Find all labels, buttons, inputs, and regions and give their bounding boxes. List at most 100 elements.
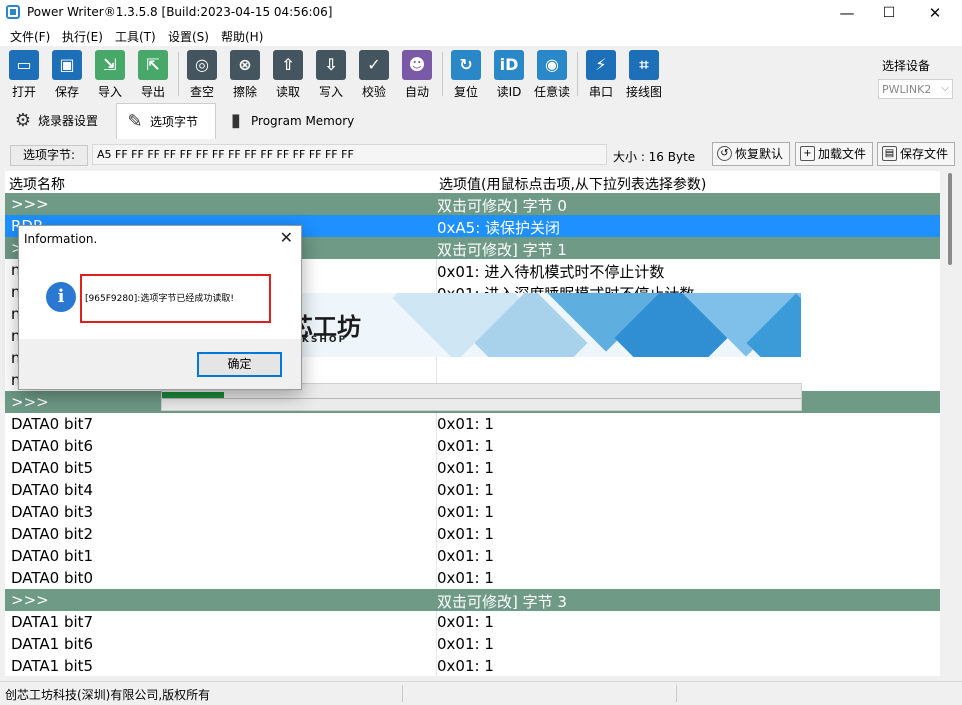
table-row[interactable]: DATA1 bit5 0x01: 1 <box>5 655 940 676</box>
blank-check-label: 查空 <box>189 85 214 99</box>
tab-label: 烧录器设置 <box>38 114 99 128</box>
read-label: 读取 <box>275 85 300 99</box>
option-value-cell[interactable]: 0x01: 1 <box>437 503 494 521</box>
table-group-row[interactable]: >>> 双击可修改] 字节 0 <box>5 193 940 215</box>
status-separator <box>402 685 403 702</box>
reset-label: 复位 <box>453 85 478 99</box>
status-bar: 创芯工坊科技(深圳)有限公司,版权所有 <box>0 681 962 705</box>
option-value-cell[interactable]: 0x01: 1 <box>437 415 494 433</box>
table-row[interactable]: DATA1 bit7 0x01: 1 <box>5 611 940 633</box>
read-id-button[interactable]: iD 读ID <box>490 50 528 100</box>
auto-label: 自动 <box>404 85 429 99</box>
option-value-cell[interactable]: 0xA5: 读保护关闭 <box>437 217 560 238</box>
menu-settings[interactable]: 设置(S) <box>168 28 209 45</box>
restore-default-button[interactable]: ↺ 恢复默认 <box>712 142 791 166</box>
device-select[interactable]: PWLINK2 ⌵ <box>878 79 953 99</box>
blank-check-button[interactable]: ◎ 查空 <box>183 50 221 100</box>
open-button[interactable]: ▭ 打开 <box>5 50 43 100</box>
export-button[interactable]: ⇱ 导出 <box>134 50 172 100</box>
option-name-cell: DATA1 bit7 <box>11 613 94 631</box>
scrollbar-thumb[interactable] <box>948 173 952 265</box>
option-name-cell: >>> <box>11 591 49 609</box>
serial-port-icon: ⚡ <box>586 50 616 80</box>
toolbar: ▭ 打开 ▣ 保存 ⇲ 导入 ⇱ 导出 ◎ 查空 ⊗ 擦除 ⇧ 读取 ⇩ 写入 … <box>0 46 962 102</box>
tab-option-bytes[interactable]: ✎ 选项字节 <box>116 103 216 139</box>
window-title: Power Writer®1.3.5.8 [Build:2023-04-15 0… <box>27 5 333 19</box>
import-button[interactable]: ⇲ 导入 <box>91 50 129 100</box>
option-value-cell[interactable]: 0x01: 1 <box>437 657 494 675</box>
wiring-diagram-button[interactable]: ⌗ 接线图 <box>625 50 663 100</box>
table-row[interactable]: DATA0 bit1 0x01: 1 <box>5 545 940 567</box>
option-byte-bar: 选项字节: A5 FF FF FF FF FF FF FF FF FF FF F… <box>0 140 962 170</box>
save-button[interactable]: ▣ 保存 <box>48 50 86 100</box>
serial-port-button[interactable]: ⚡ 串口 <box>582 50 620 100</box>
save-file-button[interactable]: ▤ 保存文件 <box>877 142 956 166</box>
menu-help[interactable]: 帮助(H) <box>221 28 263 45</box>
verify-icon: ✓ <box>359 50 389 80</box>
auto-button[interactable]: ☻ 自动 <box>398 50 436 100</box>
status-separator <box>676 685 677 702</box>
import-icon: ⇲ <box>95 50 125 80</box>
option-value-cell[interactable]: 双击可修改] 字节 1 <box>437 239 567 260</box>
export-label: 导出 <box>140 85 165 99</box>
restore-icon: ↺ <box>717 146 732 161</box>
verify-button[interactable]: ✓ 校验 <box>355 50 393 100</box>
maximize-button[interactable]: ☐ <box>866 0 912 26</box>
toolbar-separator <box>577 52 578 96</box>
option-value-cell[interactable]: 0x01: 1 <box>437 525 494 543</box>
option-value-cell[interactable]: 双击可修改] 字节 3 <box>437 591 567 612</box>
option-name-cell: DATA0 bit7 <box>11 415 94 433</box>
menu-execute[interactable]: 执行(E) <box>62 28 103 45</box>
menu-tools[interactable]: 工具(T) <box>115 28 156 45</box>
tab-programmer-settings[interactable]: ⚙ 烧录器设置 <box>5 103 115 139</box>
ok-button[interactable]: 确定 <box>197 352 282 377</box>
save-file-label: 保存文件 <box>900 147 949 161</box>
erase-button[interactable]: ⊗ 擦除 <box>226 50 264 100</box>
dialog-title: Information. <box>24 232 98 246</box>
any-read-button[interactable]: ◉ 任意读 <box>533 50 571 100</box>
table-row[interactable]: DATA0 bit3 0x01: 1 <box>5 501 940 523</box>
option-byte-hex-field[interactable]: A5 FF FF FF FF FF FF FF FF FF FF FF FF F… <box>92 144 607 165</box>
open-label: 打开 <box>11 85 36 99</box>
table-scrollbar[interactable] <box>941 171 962 676</box>
dialog-close-button[interactable]: ✕ <box>280 228 293 247</box>
option-byte-label: 选项字节: <box>10 145 88 166</box>
option-name-cell: >>> <box>11 195 49 213</box>
menu-bar: 文件(F) 执行(E) 工具(T) 设置(S) 帮助(H) <box>0 26 962 46</box>
option-value-cell[interactable]: 0x01: 1 <box>437 459 494 477</box>
chevron-down-icon: ⌵ <box>941 83 949 94</box>
tab-program-memory[interactable]: ▮ Program Memory <box>218 103 354 139</box>
toolbar-separator <box>178 52 179 96</box>
write-button[interactable]: ⇩ 写入 <box>312 50 350 100</box>
table-group-row[interactable]: >>> 双击可修改] 字节 3 <box>5 589 940 611</box>
option-value-cell[interactable]: 双击可修改] 字节 0 <box>437 195 567 216</box>
restore-default-label: 恢复默认 <box>735 147 784 161</box>
minimize-button[interactable]: — <box>824 0 870 26</box>
option-value-cell[interactable]: 0x01: 1 <box>437 569 494 587</box>
option-value-cell[interactable]: 0x01: 1 <box>437 635 494 653</box>
option-value-cell[interactable]: 0x01: 进入待机模式时不停止计数 <box>437 261 664 282</box>
table-row[interactable]: DATA0 bit6 0x01: 1 <box>5 435 940 457</box>
device-select-label: 选择设备 <box>882 59 931 73</box>
close-button[interactable]: ✕ <box>912 0 958 26</box>
read-button[interactable]: ⇧ 读取 <box>269 50 307 100</box>
menu-file[interactable]: 文件(F) <box>10 28 50 45</box>
table-row[interactable]: DATA0 bit5 0x01: 1 <box>5 457 940 479</box>
progress-fill <box>162 392 224 398</box>
any-read-icon: ◉ <box>537 50 567 80</box>
option-value-cell[interactable]: 0x01: 1 <box>437 437 494 455</box>
reset-button[interactable]: ↻ 复位 <box>447 50 485 100</box>
option-value-cell[interactable]: 0x01: 1 <box>437 481 494 499</box>
table-row[interactable]: DATA0 bit7 0x01: 1 <box>5 413 940 435</box>
read-id-label: 读ID <box>496 85 522 99</box>
table-row[interactable]: DATA1 bit6 0x01: 1 <box>5 633 940 655</box>
option-value-cell[interactable]: 0x01: 1 <box>437 613 494 631</box>
tab-label: 选项字节 <box>150 115 199 129</box>
option-value-cell[interactable]: 0x01: 1 <box>437 547 494 565</box>
table-row[interactable]: DATA0 bit0 0x01: 1 <box>5 567 940 589</box>
load-file-button[interactable]: + 加载文件 <box>795 142 874 166</box>
save-icon: ▣ <box>52 50 82 80</box>
table-row[interactable]: DATA0 bit2 0x01: 1 <box>5 523 940 545</box>
load-file-icon: + <box>800 146 815 161</box>
table-row[interactable]: DATA0 bit4 0x01: 1 <box>5 479 940 501</box>
